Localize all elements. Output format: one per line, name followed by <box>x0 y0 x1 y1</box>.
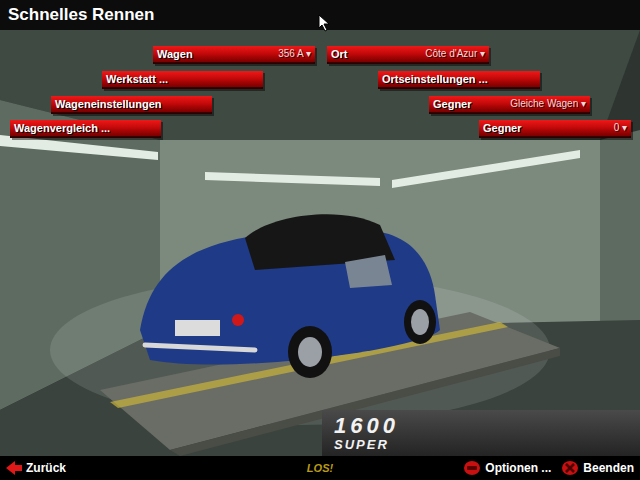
button-label: Werkstatt ... <box>106 72 168 86</box>
options-icon <box>463 460 481 476</box>
menu-button[interactable]: Ortseinstellungen ... <box>378 71 540 89</box>
quit-button[interactable]: Beenden <box>561 459 634 477</box>
car-image <box>140 214 440 378</box>
back-button[interactable]: Zurück <box>6 459 256 477</box>
badge-name: SUPER <box>334 437 640 452</box>
back-arrow-icon <box>6 461 22 475</box>
button-label: Ort <box>331 47 348 61</box>
footer-bar: Zurück LOS! Optionen ... Beenden <box>0 456 640 480</box>
button-label: Gegner <box>483 121 522 135</box>
garage-view: Wagen 356 A ▾ Werkstatt ... Wageneinstellun… <box>0 30 640 456</box>
screen-title: Schnelles Rennen <box>8 4 154 26</box>
dropdown-button[interactable]: Ort Côte d'Azur ▾ <box>327 46 489 64</box>
dropdown-button[interactable]: Gegner Gleiche Wagen ▾ <box>429 96 590 114</box>
garage-scene <box>0 30 640 456</box>
dropdown-value: Côte d'Azur ▾ <box>425 47 485 61</box>
menu-button[interactable]: Werkstatt ... <box>102 71 263 89</box>
car-model-badge: 1600SUPER <box>322 410 640 456</box>
dropdown-value: 0 ▾ <box>614 121 627 135</box>
quick-race-screen: Schnelles Rennen Wagen 356 A ▾ Werkstatt ..… <box>0 0 640 480</box>
dropdown-value: 356 A ▾ <box>278 47 311 61</box>
dropdown-value: Gleiche Wagen ▾ <box>510 97 586 111</box>
button-label: Wageneinstellungen <box>55 97 162 111</box>
options-button[interactable]: Optionen ... <box>463 459 551 477</box>
button-label: Ortseinstellungen ... <box>382 72 488 86</box>
mouse-cursor-icon <box>318 14 332 32</box>
dropdown-button[interactable]: Gegner 0 ▾ <box>479 120 631 138</box>
badge-number: 1600 <box>334 415 640 437</box>
dropdown-button[interactable]: Wagen 356 A ▾ <box>153 46 315 64</box>
button-label: Gegner <box>433 97 472 111</box>
button-label: Wagenvergleich ... <box>14 121 110 135</box>
start-button[interactable]: LOS! <box>307 460 333 477</box>
menu-button[interactable]: Wagenvergleich ... <box>10 120 161 138</box>
menu-button[interactable]: Wageneinstellungen <box>51 96 212 114</box>
close-icon <box>561 460 579 476</box>
button-label: Wagen <box>157 47 193 61</box>
